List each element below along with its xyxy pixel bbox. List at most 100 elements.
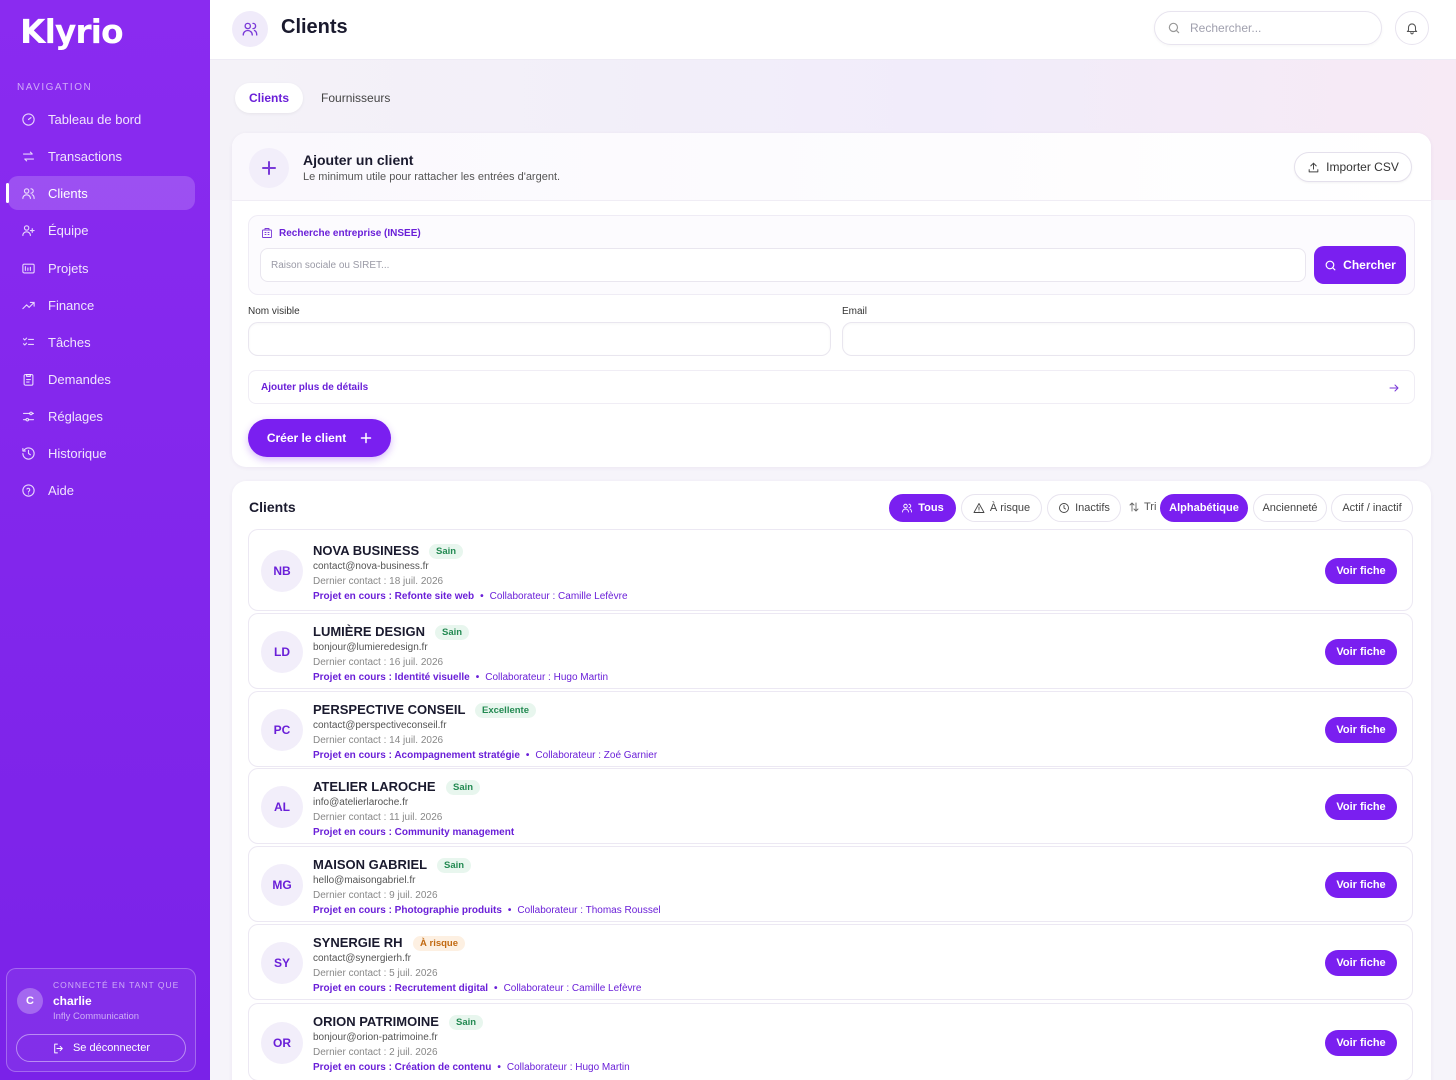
sort-seniority[interactable]: Ancienneté bbox=[1253, 494, 1327, 522]
sidebar-item-history[interactable]: Historique bbox=[8, 436, 195, 470]
sidebar-item-dashboard[interactable]: Tableau de bord bbox=[8, 102, 195, 136]
filter-label: Inactifs bbox=[1075, 502, 1110, 514]
client-row[interactable]: AL ATELIER LAROCHE Sain info@atelierlaro… bbox=[248, 768, 1413, 844]
insee-search-box: Recherche entreprise (INSEE) Chercher bbox=[248, 215, 1415, 295]
client-email: hello@maisongabriel.fr bbox=[313, 875, 416, 886]
sort-active-inactive[interactable]: Actif / inactif bbox=[1331, 494, 1413, 522]
tab-suppliers[interactable]: Fournisseurs bbox=[307, 83, 404, 113]
sidebar-item-requests[interactable]: Demandes bbox=[8, 362, 195, 396]
client-name[interactable]: PERSPECTIVE CONSEIL bbox=[313, 702, 465, 717]
warning-icon bbox=[973, 503, 985, 513]
sort-alphabetical[interactable]: Alphabétique bbox=[1160, 494, 1248, 522]
insee-search-input[interactable] bbox=[260, 248, 1306, 282]
status-badge: Sain bbox=[429, 544, 464, 559]
avatar: C bbox=[17, 988, 43, 1014]
separator-dot: • bbox=[507, 905, 512, 916]
filter-all[interactable]: Tous bbox=[889, 494, 956, 522]
client-initials: PC bbox=[261, 709, 303, 751]
client-name[interactable]: ORION PATRIMOINE bbox=[313, 1014, 439, 1029]
sidebar-item-help[interactable]: Aide bbox=[8, 473, 195, 507]
more-details-toggle[interactable]: Ajouter plus de détails bbox=[248, 370, 1415, 404]
view-client-button[interactable]: Voir fiche bbox=[1325, 717, 1397, 743]
sidebar-item-label: Transactions bbox=[48, 148, 122, 164]
import-label: Importer CSV bbox=[1326, 160, 1399, 174]
client-name[interactable]: LUMIÈRE DESIGN bbox=[313, 624, 425, 639]
client-email: bonjour@orion-patrimoine.fr bbox=[313, 1032, 438, 1043]
client-name[interactable]: NOVA BUSINESS bbox=[313, 543, 419, 558]
collaborator-text: Collaborateur : Thomas Roussel bbox=[517, 905, 661, 916]
add-client-header: Ajouter un client Le minimum utile pour … bbox=[232, 133, 1431, 201]
filter-at-risk[interactable]: À risque bbox=[961, 494, 1042, 522]
view-client-button[interactable]: Voir fiche bbox=[1325, 1030, 1397, 1056]
name-field-label: Nom visible bbox=[248, 306, 300, 317]
project-text: Projet en cours : Acompagnement stratégi… bbox=[313, 750, 520, 761]
client-project: Projet en cours : Recrutement digital • Co… bbox=[313, 983, 641, 994]
notifications-button[interactable] bbox=[1395, 11, 1429, 45]
client-project: Projet en cours : Création de contenu • Co… bbox=[313, 1062, 630, 1073]
sidebar-item-finance[interactable]: Finance bbox=[8, 288, 195, 322]
client-name[interactable]: MAISON GABRIEL bbox=[313, 857, 427, 872]
sidebar-item-projects[interactable]: Projets bbox=[8, 251, 195, 285]
sidebar-item-label: Équipe bbox=[48, 222, 89, 238]
sidebar-item-clients[interactable]: Clients bbox=[6, 176, 195, 210]
client-name[interactable]: ATELIER LAROCHE bbox=[313, 779, 436, 794]
logout-button[interactable]: Se déconnecter bbox=[16, 1034, 186, 1062]
project-text: Projet en cours : Refonte site web bbox=[313, 591, 475, 602]
list-title: Clients bbox=[249, 499, 296, 515]
collaborator-text: Collaborateur : Camille Lefèvre bbox=[489, 591, 628, 602]
client-row[interactable]: NB NOVA BUSINESS Sain contact@nova-busin… bbox=[248, 529, 1413, 611]
history-icon bbox=[22, 446, 35, 460]
separator-dot: • bbox=[525, 750, 530, 761]
project-text: Projet en cours : Photographie produits bbox=[313, 905, 502, 916]
client-email: contact@synergierh.fr bbox=[313, 953, 411, 964]
client-initials: SY bbox=[261, 942, 303, 984]
client-last-contact: Dernier contact : 2 juil. 2026 bbox=[313, 1047, 438, 1058]
status-badge: Sain bbox=[446, 780, 481, 795]
sliders-icon bbox=[22, 411, 35, 421]
team-icon bbox=[22, 224, 35, 236]
plus-icon bbox=[360, 432, 372, 444]
view-client-button[interactable]: Voir fiche bbox=[1325, 639, 1397, 665]
sidebar-item-team[interactable]: Équipe bbox=[8, 213, 195, 247]
page-icon bbox=[232, 11, 268, 47]
tabs: Clients Fournisseurs bbox=[235, 83, 404, 113]
view-client-button[interactable]: Voir fiche bbox=[1325, 950, 1397, 976]
filter-inactive[interactable]: Inactifs bbox=[1047, 494, 1121, 522]
create-client-button[interactable]: Créer le client bbox=[248, 419, 391, 457]
sort-label-text: Tri bbox=[1144, 501, 1157, 513]
project-text: Projet en cours : Identité visuelle bbox=[313, 672, 470, 683]
client-row[interactable]: MG MAISON GABRIEL Sain hello@maisongabri… bbox=[248, 846, 1413, 922]
collaborator-text: Collaborateur : Zoé Garnier bbox=[535, 750, 658, 761]
name-field[interactable] bbox=[248, 322, 831, 356]
sidebar-item-label: Réglages bbox=[48, 408, 103, 424]
sidebar-item-tasks[interactable]: Tâches bbox=[8, 325, 195, 359]
view-client-button[interactable]: Voir fiche bbox=[1325, 558, 1397, 584]
logout-label: Se déconnecter bbox=[72, 1042, 151, 1054]
email-field-label: Email bbox=[842, 306, 868, 317]
logo[interactable]: Klyrio bbox=[20, 12, 124, 51]
sidebar-item-transactions[interactable]: Transactions bbox=[8, 139, 195, 173]
client-name[interactable]: SYNERGIE RH bbox=[313, 935, 403, 950]
search-company-button[interactable]: Chercher bbox=[1314, 246, 1406, 284]
view-client-button[interactable]: Voir fiche bbox=[1325, 872, 1397, 898]
user-label: CONNECTÉ EN TANT QUE bbox=[53, 980, 180, 990]
separator-dot: • bbox=[494, 983, 498, 994]
tab-clients[interactable]: Clients bbox=[235, 83, 304, 113]
client-row[interactable]: PC PERSPECTIVE CONSEIL Excellente contac… bbox=[248, 691, 1413, 767]
client-row[interactable]: SY SYNERGIE RH À risque contact@synergie… bbox=[248, 924, 1413, 1000]
sidebar-item-settings[interactable]: Réglages bbox=[8, 399, 195, 433]
nav-section-title: NAVIGATION bbox=[17, 82, 93, 93]
email-field[interactable] bbox=[842, 322, 1415, 356]
add-client-subtitle: Le minimum utile pour rattacher les entr… bbox=[303, 171, 561, 183]
logout-icon bbox=[54, 1043, 63, 1053]
global-search[interactable] bbox=[1154, 11, 1382, 45]
add-client-card: Ajouter un client Le minimum utile pour … bbox=[232, 133, 1431, 467]
bell-icon bbox=[1406, 23, 1418, 35]
separator-dot: • bbox=[475, 672, 480, 683]
search-input[interactable] bbox=[1190, 21, 1370, 35]
client-row[interactable]: LD LUMIÈRE DESIGN Sain bonjour@lumierede… bbox=[248, 613, 1413, 689]
view-client-button[interactable]: Voir fiche bbox=[1325, 794, 1397, 820]
client-row[interactable]: OR ORION PATRIMOINE Sain bonjour@orion-p… bbox=[248, 1003, 1413, 1080]
client-last-contact: Dernier contact : 9 juil. 2026 bbox=[313, 890, 438, 901]
import-csv-button[interactable]: Importer CSV bbox=[1294, 152, 1412, 182]
